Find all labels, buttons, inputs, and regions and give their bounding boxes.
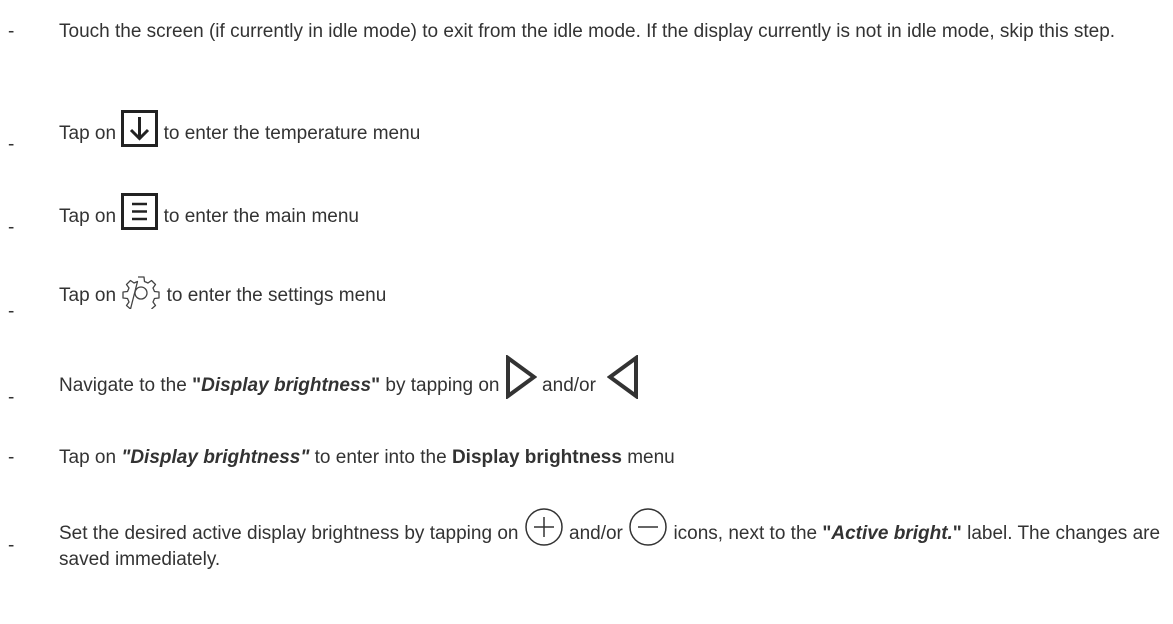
bullet-dash: - [8, 387, 15, 408]
bullet-dash: - [8, 301, 15, 322]
triangle-right-icon [505, 355, 537, 399]
step-text-post: menu [621, 447, 675, 468]
display-brightness-menu-name: Display brightness [451, 447, 622, 468]
bullet-dash: - [8, 217, 15, 238]
bullet-dash: - [8, 134, 15, 155]
gear-icon [121, 275, 161, 309]
bullet-dash: - [8, 535, 15, 556]
menu-icon [121, 193, 159, 230]
step-text-mid: icons, next to the [668, 523, 823, 544]
arrow-down-icon [121, 110, 159, 147]
instruction-page: - Touch the screen (if currently in idle… [0, 0, 1173, 624]
quote-close: " [952, 523, 962, 544]
minus-circle-icon [628, 507, 668, 547]
and-or-text: and/or [563, 523, 629, 544]
step-text-pre: Tap on [59, 123, 122, 144]
quote-open: " [192, 375, 202, 396]
bullet-dash: - [8, 447, 15, 468]
step-text-pre: Set the desired active display brightnes… [59, 523, 524, 544]
display-brightness-label: Display brightness [201, 375, 372, 396]
step-text-post: to enter the main menu [158, 206, 359, 227]
display-brightness-label: "Display brightness" [121, 447, 310, 468]
triangle-left-icon [607, 355, 639, 399]
step-text-mid: by tapping on [380, 375, 505, 396]
active-bright-label: Active bright. [831, 523, 953, 544]
step-text-mid: to enter into the [309, 447, 452, 468]
step-text-pre: Tap on [59, 285, 122, 306]
step-text-post: to enter the settings menu [161, 285, 387, 306]
step-text-pre: Navigate to the [59, 375, 193, 396]
quote-close: " [371, 375, 381, 396]
step-text-pre: Tap on [59, 447, 122, 468]
step-text-pre: Tap on [59, 206, 122, 227]
step-text: Touch the screen (if currently in idle m… [59, 21, 1116, 42]
and-or-text: and/or [536, 375, 602, 396]
step-text-post: to enter the temperature menu [158, 123, 421, 144]
plus-circle-icon [524, 507, 564, 547]
bullet-dash: - [8, 21, 15, 42]
